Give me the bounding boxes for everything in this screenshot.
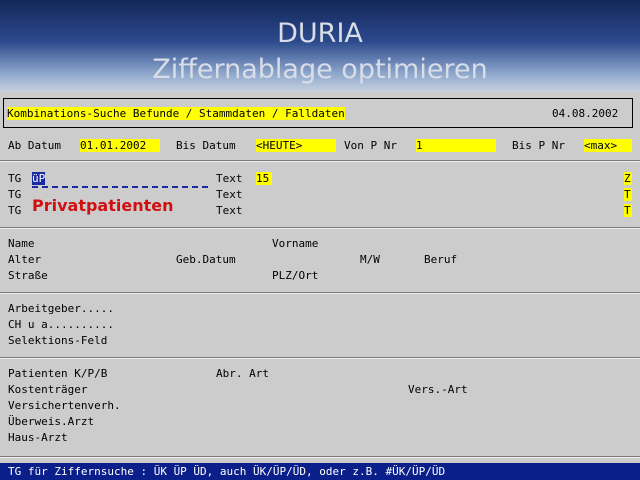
divider — [0, 357, 640, 359]
von-pnr-label: Von P Nr — [344, 139, 397, 152]
text-label-1: Text — [216, 172, 243, 185]
tg-input-value: üP — [32, 172, 46, 185]
tg-label-2: TG — [8, 188, 22, 201]
vorname-label: Vorname — [272, 237, 319, 250]
divider — [0, 160, 640, 162]
bis-pnr-field[interactable]: <max> — [584, 139, 632, 152]
versichertenverh-label: Versichertenverh. — [8, 399, 121, 412]
flag-1[interactable]: Z — [624, 172, 632, 185]
geb-datum-label: Geb.Datum — [176, 253, 236, 266]
selektions-feld-label: Selektions-Feld — [8, 334, 108, 347]
divider — [0, 227, 640, 229]
alter-label: Alter — [8, 253, 42, 266]
text-label-3: Text — [216, 204, 243, 217]
tg-label-3: TG — [8, 204, 22, 217]
ueberweis-arzt-label: Überweis.Arzt — [8, 415, 95, 428]
beruf-label: Beruf — [424, 253, 458, 266]
privatpatienten-label: Privatpatienten — [32, 196, 174, 215]
vers-art-label: Vers.-Art — [408, 383, 468, 396]
status-bar: TG für Ziffernsuche : ÜK ÜP ÜD, auch ÜK/… — [0, 463, 640, 480]
bis-pnr-label: Bis P Nr — [512, 139, 565, 152]
divider — [0, 456, 640, 458]
app-header: DURIA Ziffernablage optimieren — [0, 0, 640, 92]
strasse-label: Straße — [8, 269, 48, 282]
von-pnr-field[interactable]: 1 — [416, 139, 496, 152]
text-label-2: Text — [216, 188, 243, 201]
bis-datum-label: Bis Datum — [176, 139, 236, 152]
tg-input[interactable]: üP — [32, 172, 208, 188]
divider — [0, 292, 640, 294]
arbeitgeber-label: Arbeitgeber..... — [8, 302, 114, 315]
ch-label: CH u a.......... — [8, 318, 114, 331]
bis-datum-field[interactable]: <HEUTE> — [256, 139, 336, 152]
current-date: 04.08.2002 — [552, 107, 619, 120]
search-mode-title: Kombinations-Suche Befunde / Stammdaten … — [7, 107, 345, 120]
tg-label-1: TG — [8, 172, 22, 185]
haus-arzt-label: Haus-Arzt — [8, 431, 68, 444]
app-title: DURIA — [277, 18, 363, 49]
flag-2[interactable]: T — [624, 188, 632, 201]
mw-label: M/W — [360, 253, 380, 266]
abr-art-label: Abr. Art — [216, 367, 269, 380]
text-field-1[interactable]: 15 — [256, 172, 272, 185]
name-label: Name — [8, 237, 35, 250]
app-subtitle: Ziffernablage optimieren — [152, 54, 488, 85]
ab-datum-field[interactable]: 01.01.2002 — [80, 139, 160, 152]
patienten-kpb-label: Patienten K/P/B — [8, 367, 108, 380]
plz-ort-label: PLZ/Ort — [272, 269, 319, 282]
ab-datum-label: Ab Datum — [8, 139, 61, 152]
flag-3[interactable]: T — [624, 204, 632, 217]
search-mode-bar: Kombinations-Suche Befunde / Stammdaten … — [3, 98, 633, 128]
kostentraeger-label: Kostenträger — [8, 383, 88, 396]
